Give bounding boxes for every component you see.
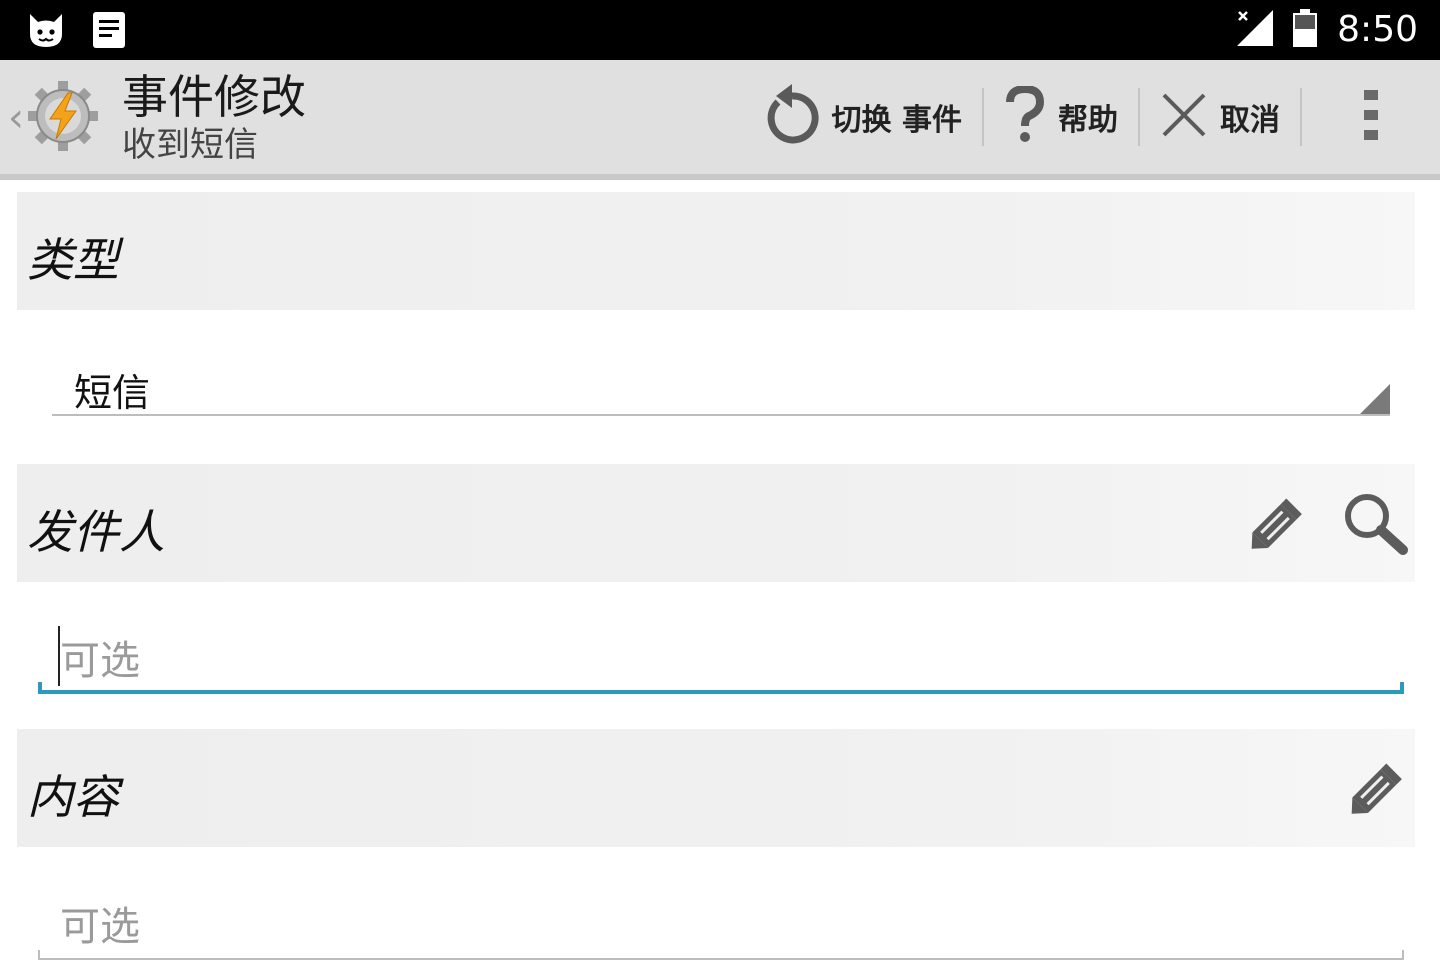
text-cursor xyxy=(58,626,60,686)
type-section-header: 类型 xyxy=(17,192,1415,310)
signal-icon xyxy=(1237,10,1274,50)
content-section-header: 内容 xyxy=(17,729,1415,847)
pencil-icon xyxy=(1251,498,1302,549)
up-navigation[interactable]: ‹ xyxy=(8,74,108,162)
battery-icon xyxy=(1293,9,1318,51)
page-title: 事件修改 xyxy=(122,70,306,124)
close-icon xyxy=(1160,91,1208,143)
content-input[interactable]: 可选 xyxy=(38,880,1404,960)
status-bar: 8:50 xyxy=(0,0,1440,60)
input-underline-left xyxy=(38,950,40,960)
sender-section-title: 发件人 xyxy=(27,505,165,559)
input-underline xyxy=(38,958,1404,960)
switch-event-button[interactable]: 切换 事件 xyxy=(742,60,982,174)
sender-search-button[interactable] xyxy=(1339,488,1411,560)
input-underline-right xyxy=(1400,682,1404,694)
sender-placeholder: 可选 xyxy=(60,638,140,684)
tasker-app-icon xyxy=(26,79,100,157)
content-placeholder: 可选 xyxy=(60,904,140,950)
input-underline-right xyxy=(1402,950,1404,960)
overflow-menu-button[interactable] xyxy=(1302,60,1440,174)
input-underline xyxy=(38,690,1404,694)
more-vert-icon xyxy=(1364,90,1378,144)
dropdown-corner-icon xyxy=(1360,384,1390,414)
up-caret-icon: ‹ xyxy=(8,95,24,141)
cat-notification-icon xyxy=(26,10,66,54)
type-section-title: 类型 xyxy=(27,233,119,287)
help-button[interactable]: 帮助 xyxy=(984,60,1138,174)
page-subtitle: 收到短信 xyxy=(122,125,258,165)
help-label: 帮助 xyxy=(1058,103,1118,138)
sender-input[interactable]: 可选 xyxy=(38,614,1404,694)
refresh-icon xyxy=(762,82,820,152)
cancel-label: 取消 xyxy=(1220,103,1280,138)
input-underline-left xyxy=(38,682,42,694)
clock: 8:50 xyxy=(1337,9,1418,50)
sender-section-header: 发件人 xyxy=(17,464,1415,582)
action-buttons: 切换 事件 帮助 取消 xyxy=(742,60,1440,174)
question-mark-icon xyxy=(1004,84,1046,148)
content-edit-button[interactable] xyxy=(1339,753,1411,825)
cancel-button[interactable]: 取消 xyxy=(1140,60,1300,174)
switch-event-label: 切换 事件 xyxy=(831,103,962,138)
action-bar-divider xyxy=(0,174,1440,180)
action-bar: ‹ 事件修改 收到短信 切换 事件 帮助 取消 xyxy=(0,60,1440,174)
sender-edit-button[interactable] xyxy=(1239,488,1311,560)
type-spinner[interactable]: 短信 xyxy=(52,352,1390,416)
pencil-icon xyxy=(1351,763,1402,814)
content-section-title: 内容 xyxy=(27,770,119,824)
search-icon xyxy=(1345,494,1408,555)
type-spinner-value: 短信 xyxy=(74,371,151,415)
note-notification-icon xyxy=(92,11,126,53)
